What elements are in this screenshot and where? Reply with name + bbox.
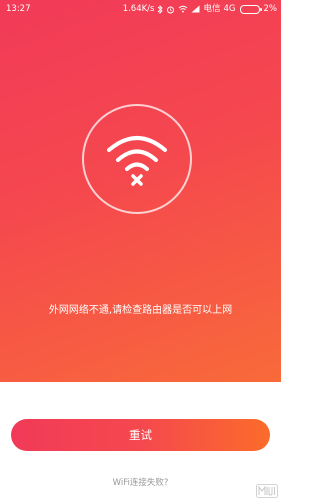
status-bar: 13:27 1.64K/s 电信 4G 2% [0,0,281,18]
bluetooth-icon [158,4,164,14]
error-message: 外网网络不通,请检查路由器是否可以上网 [48,305,233,316]
wifi-icon [179,5,188,13]
retry-button[interactable]: 重试 [11,419,270,451]
status-right: 1.64K/s 电信 4G 2% [123,0,277,18]
carrier-label: 电信 [203,4,221,14]
battery-percent: 2% [263,4,278,14]
alarm-icon [167,6,175,13]
network-type: 4G [223,4,236,14]
network-speed: 1.64K/s [122,4,155,14]
wifi-fail-link[interactable]: WiFi连接失败? [0,477,281,489]
status-time: 13:27 [6,4,31,14]
signal-icon [191,5,200,13]
battery-icon [239,4,262,14]
wifi-disconnected-icon [107,136,167,186]
miui-watermark [256,484,278,498]
